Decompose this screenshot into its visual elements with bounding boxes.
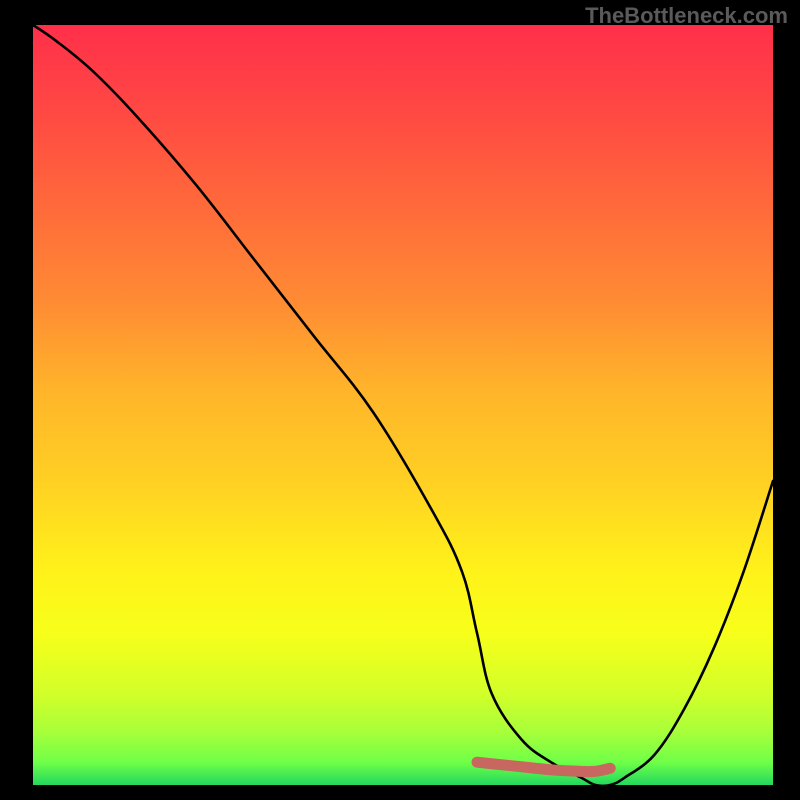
bottleneck-curve	[33, 25, 773, 786]
watermark-text: TheBottleneck.com	[585, 3, 788, 29]
highlight-segment	[477, 762, 610, 771]
curve-svg	[33, 25, 773, 785]
chart-container: TheBottleneck.com	[0, 0, 800, 800]
